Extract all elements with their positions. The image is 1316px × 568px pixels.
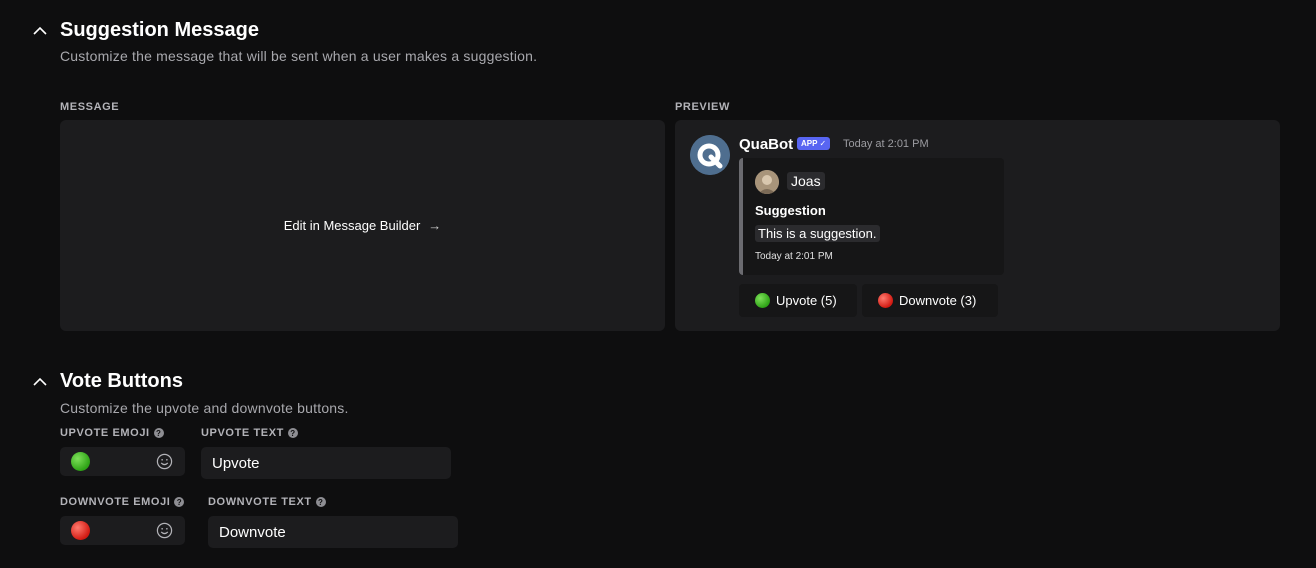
red-circle-icon	[878, 293, 893, 308]
upvote-text-label: UPVOTE TEXT ?	[201, 427, 298, 439]
downvote-text-label-text: DOWNVOTE TEXT	[208, 496, 312, 508]
smile-icon	[156, 522, 173, 539]
preview-panel: QuaBot APP ✓ Today at 2:01 PM Joas Sugge…	[675, 120, 1280, 331]
downvote-emoji-label: DOWNVOTE EMOJI ?	[60, 496, 185, 508]
downvote-text-input[interactable]	[208, 516, 458, 548]
downvote-button[interactable]: Downvote (3)	[862, 284, 998, 317]
help-icon[interactable]: ?	[153, 428, 164, 438]
section-title: Suggestion Message	[60, 19, 259, 41]
red-circle-icon	[71, 521, 90, 540]
upvote-emoji-picker[interactable]	[60, 447, 185, 476]
green-circle-icon	[71, 452, 90, 471]
preview-label: PREVIEW	[675, 101, 730, 113]
upvote-emoji-label-text: UPVOTE EMOJI	[60, 427, 150, 439]
upvote-button-label: Upvote (5)	[776, 293, 837, 308]
section-title: Vote Buttons	[60, 370, 183, 392]
vote-section-header: Vote Buttons	[30, 370, 183, 393]
author-avatar	[755, 170, 779, 194]
embed-description: This is a suggestion.	[755, 225, 880, 242]
embed-title: Suggestion	[755, 203, 826, 218]
app-badge: APP ✓	[797, 137, 831, 150]
message-label: MESSAGE	[60, 101, 120, 113]
downvote-emoji-picker[interactable]	[60, 516, 185, 545]
downvote-button-label: Downvote (3)	[899, 293, 977, 308]
upvote-button[interactable]: Upvote (5)	[739, 284, 857, 317]
help-icon[interactable]: ?	[315, 497, 326, 507]
chevron-up-icon[interactable]	[30, 372, 50, 392]
edit-in-message-builder-link[interactable]: Edit in Message Builder →	[60, 218, 665, 233]
message-timestamp: Today at 2:01 PM	[843, 138, 929, 150]
quabot-logo-icon	[690, 135, 730, 175]
smile-icon	[156, 453, 173, 470]
arrow-right-icon: →	[428, 218, 442, 233]
page: Suggestion Message Customize the message…	[0, 0, 1316, 568]
message-panel: Edit in Message Builder →	[60, 120, 665, 331]
section-description: Customize the message that will be sent …	[60, 48, 538, 64]
embed: Joas Suggestion This is a suggestion. To…	[739, 158, 1004, 275]
embed-footer: Today at 2:01 PM	[755, 251, 833, 262]
upvote-text-input[interactable]	[201, 447, 451, 479]
help-icon[interactable]: ?	[174, 497, 185, 507]
edit-link-label: Edit in Message Builder	[283, 218, 421, 233]
chevron-up-icon[interactable]	[30, 21, 50, 41]
downvote-emoji-label-text: DOWNVOTE EMOJI	[60, 496, 171, 508]
downvote-text-label: DOWNVOTE TEXT ?	[208, 496, 326, 508]
help-icon[interactable]: ?	[288, 428, 298, 438]
section-description: Customize the upvote and downvote button…	[60, 400, 349, 416]
bot-avatar	[690, 135, 730, 175]
upvote-text-label-text: UPVOTE TEXT	[201, 427, 284, 439]
green-circle-icon	[755, 293, 770, 308]
bot-name: QuaBot	[739, 136, 794, 153]
suggestion-section-header: Suggestion Message	[30, 19, 259, 42]
embed-author-name: Joas	[787, 172, 825, 190]
upvote-emoji-label: UPVOTE EMOJI ?	[60, 427, 164, 439]
